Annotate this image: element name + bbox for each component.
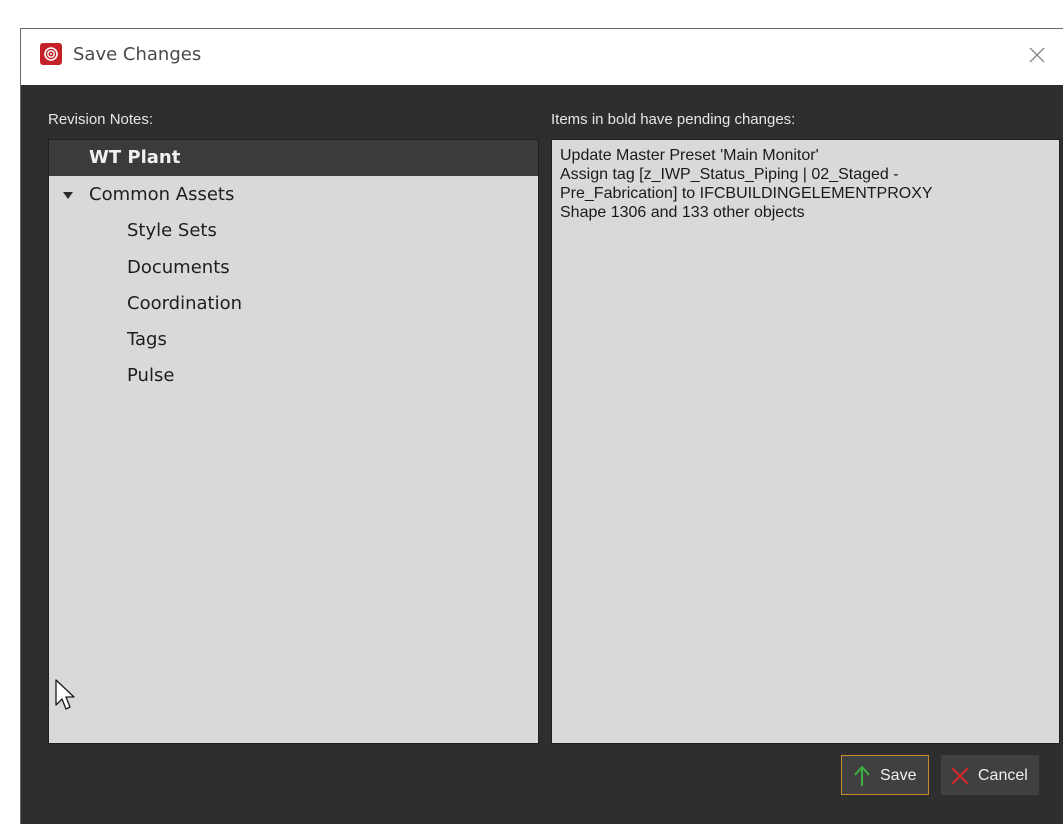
pending-changes-label: Items in bold have pending changes: bbox=[551, 111, 796, 128]
tree-item-wt-plant[interactable]: WT Plant bbox=[49, 140, 538, 176]
tree-item-coordination[interactable]: Coordination bbox=[49, 286, 538, 322]
tree-item-documents[interactable]: Documents bbox=[49, 250, 538, 286]
app-logo-icon bbox=[40, 43, 62, 65]
tree-item-tags[interactable]: Tags bbox=[49, 322, 538, 358]
revision-notes-label: Revision Notes: bbox=[48, 111, 154, 128]
change-line: Shape 1306 and 133 other objects bbox=[560, 204, 805, 221]
title-bar: Save Changes bbox=[21, 29, 1063, 85]
tree-item-label: Documents bbox=[127, 257, 230, 278]
cancel-label: Cancel bbox=[978, 767, 1028, 784]
tree-item-label: Common Assets bbox=[89, 184, 235, 205]
save-label: Save bbox=[880, 767, 917, 784]
dialog-title: Save Changes bbox=[73, 44, 202, 65]
tree-item-label: Coordination bbox=[127, 293, 243, 314]
tree-item-label: WT Plant bbox=[89, 147, 181, 168]
close-icon[interactable] bbox=[1023, 41, 1051, 69]
tree-item-pulse[interactable]: Pulse bbox=[49, 358, 538, 394]
tree-item-label: Pulse bbox=[127, 365, 175, 386]
mouse-pointer-icon bbox=[55, 679, 77, 715]
revision-tree[interactable]: WT Plant Common Assets Style Sets Docume… bbox=[48, 139, 539, 744]
change-line: Update Master Preset 'Main Monitor' bbox=[560, 147, 819, 164]
expand-arrow-icon[interactable] bbox=[63, 192, 73, 199]
tree-item-label: Style Sets bbox=[127, 220, 217, 241]
cancel-button[interactable]: Cancel bbox=[941, 755, 1039, 795]
x-icon bbox=[950, 765, 970, 792]
pending-changes-list[interactable]: Update Master Preset 'Main Monitor' Assi… bbox=[551, 139, 1060, 744]
arrow-up-icon bbox=[854, 765, 870, 792]
save-changes-dialog: Save Changes Revision Notes: Items in bo… bbox=[20, 28, 1063, 824]
change-line: Assign tag [z_IWP_Status_Piping | 02_Sta… bbox=[560, 166, 899, 183]
tree-item-style-sets[interactable]: Style Sets bbox=[49, 213, 538, 249]
save-button[interactable]: Save bbox=[841, 755, 929, 795]
tree-item-common-assets[interactable]: Common Assets bbox=[49, 177, 538, 213]
change-line: Pre_Fabrication] to IFCBUILDINGELEMENTPR… bbox=[560, 185, 933, 202]
tree-item-label: Tags bbox=[127, 329, 167, 350]
